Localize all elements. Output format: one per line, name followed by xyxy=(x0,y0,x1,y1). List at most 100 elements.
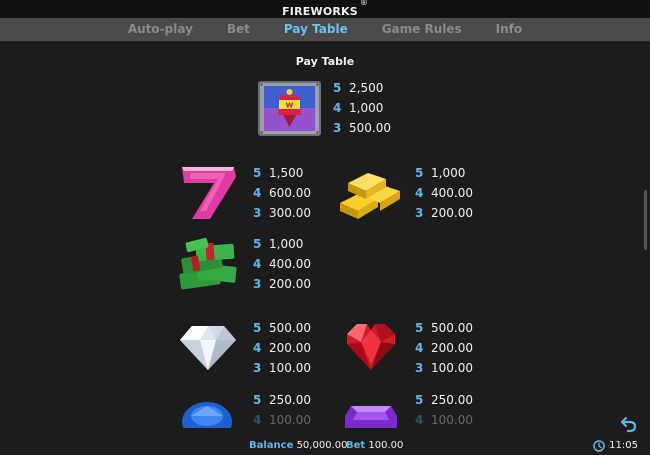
match-count: 4 xyxy=(415,413,424,427)
sapphire-icon xyxy=(180,398,234,428)
match-count: 4 xyxy=(253,341,262,355)
match-count: 5 xyxy=(253,166,262,180)
payout-amount: 1,500 xyxy=(269,166,304,180)
match-count: 3 xyxy=(253,277,262,291)
paytable-entry-diamond: 5 500.00 4 200.00 3 100.00 xyxy=(253,318,311,378)
svg-text:W: W xyxy=(286,102,294,110)
tab-auto-play[interactable]: Auto-play xyxy=(111,18,210,41)
match-count: 4 xyxy=(253,186,262,200)
payout-amount: 200.00 xyxy=(431,206,473,220)
payout-line: 5 250.00 xyxy=(415,390,473,410)
payout-line: 4 200.00 xyxy=(415,338,473,358)
match-count: 4 xyxy=(415,186,424,200)
gold-bars-icon xyxy=(336,165,404,221)
payout-amount: 250.00 xyxy=(269,393,311,407)
title-bar: FIREWORKS® xyxy=(0,0,650,18)
cash-stacks-icon xyxy=(176,235,240,293)
trademark-mark: ® xyxy=(359,0,368,7)
scrollbar-thumb[interactable] xyxy=(644,190,647,250)
payout-amount: 100.00 xyxy=(269,361,311,375)
payout-line: 5 500.00 xyxy=(415,318,473,338)
payout-amount: 2,500 xyxy=(349,81,384,95)
payout-line: 3 200.00 xyxy=(415,203,473,223)
footer-bar: Balance 50,000.00 Bet 100.00 11:05 xyxy=(0,436,650,455)
payout-amount: 1,000 xyxy=(269,237,304,251)
app-title: FIREWORKS xyxy=(282,5,358,18)
firework-rocket-wild-icon: W xyxy=(258,81,321,136)
balance-label: Balance xyxy=(249,440,294,451)
bet-value: 100.00 xyxy=(368,440,404,451)
payout-amount: 400.00 xyxy=(431,186,473,200)
tab-bar: Auto-play Bet Pay Table Game Rules Info xyxy=(0,18,650,41)
match-count: 3 xyxy=(333,121,342,135)
match-count: 4 xyxy=(333,101,342,115)
match-count: 5 xyxy=(333,81,342,95)
payout-amount: 200.00 xyxy=(269,341,311,355)
payout-amount: 300.00 xyxy=(269,206,311,220)
payout-line: 5 250.00 xyxy=(253,390,311,410)
payout-amount: 200.00 xyxy=(269,277,311,291)
payout-amount: 1,000 xyxy=(349,101,384,115)
payout-line: 5 2,500 xyxy=(333,78,391,98)
match-count: 4 xyxy=(253,257,262,271)
payout-amount: 1,000 xyxy=(431,166,466,180)
payout-line: 5 1,000 xyxy=(253,234,311,254)
payout-line: 3 300.00 xyxy=(253,203,311,223)
clock-icon xyxy=(593,439,605,452)
tab-info[interactable]: Info xyxy=(479,18,539,41)
back-button[interactable] xyxy=(620,415,638,433)
clock: 11:05 xyxy=(593,436,638,455)
paytable-entry-cash-stacks: 5 1,000 4 400.00 3 200.00 xyxy=(253,234,311,294)
match-count: 5 xyxy=(415,321,424,335)
paytable-entry-firework-wild: 5 2,500 4 1,000 3 500.00 xyxy=(333,78,391,138)
paytable-entry-sapphire: 5 250.00 4 100.00 xyxy=(253,390,311,430)
tab-bet[interactable]: Bet xyxy=(210,18,267,41)
match-count: 5 xyxy=(415,166,424,180)
match-count: 3 xyxy=(253,361,262,375)
payout-line: 3 100.00 xyxy=(415,358,473,378)
tab-pay-table[interactable]: Pay Table xyxy=(267,18,365,41)
amethyst-icon xyxy=(343,398,399,428)
payout-line: 5 1,000 xyxy=(415,163,473,183)
payout-line: 4 100.00 xyxy=(253,410,311,430)
match-count: 3 xyxy=(253,206,262,220)
match-count: 3 xyxy=(415,361,424,375)
balance-display: Balance 50,000.00 xyxy=(249,436,347,455)
payout-amount: 500.00 xyxy=(431,321,473,335)
match-count: 5 xyxy=(415,393,424,407)
payout-line: 5 1,500 xyxy=(253,163,311,183)
paytable-heading: Pay Table xyxy=(295,55,355,68)
payout-line: 3 100.00 xyxy=(253,358,311,378)
payout-line: 3 200.00 xyxy=(253,274,311,294)
paytable-entry-amethyst: 5 250.00 4 100.00 xyxy=(415,390,473,430)
payout-line: 4 400.00 xyxy=(253,254,311,274)
match-count: 3 xyxy=(415,206,424,220)
payout-amount: 200.00 xyxy=(431,341,473,355)
back-arrow-icon xyxy=(620,416,637,433)
paytable-entry-gold-bars: 5 1,000 4 400.00 3 200.00 xyxy=(415,163,473,223)
payout-amount: 100.00 xyxy=(431,361,473,375)
payout-line: 4 400.00 xyxy=(415,183,473,203)
match-count: 5 xyxy=(253,237,262,251)
balance-value: 50,000.00 xyxy=(296,440,348,451)
payout-amount: 100.00 xyxy=(269,413,311,427)
match-count: 4 xyxy=(253,413,262,427)
payout-amount: 500.00 xyxy=(269,321,311,335)
payout-amount: 100.00 xyxy=(431,413,473,427)
paytable-entry-ruby-heart: 5 500.00 4 200.00 3 100.00 xyxy=(415,318,473,378)
clock-time: 11:05 xyxy=(609,440,638,451)
bet-display: Bet 100.00 xyxy=(346,436,403,455)
payout-amount: 500.00 xyxy=(349,121,391,135)
ruby-heart-icon xyxy=(343,320,399,374)
payout-amount: 250.00 xyxy=(431,393,473,407)
payout-line: 5 500.00 xyxy=(253,318,311,338)
tab-game-rules[interactable]: Game Rules xyxy=(365,18,479,41)
payout-line: 4 1,000 xyxy=(333,98,391,118)
payout-line: 4 200.00 xyxy=(253,338,311,358)
lucky-seven-icon xyxy=(176,163,240,223)
match-count: 5 xyxy=(253,321,262,335)
diamond-icon xyxy=(178,320,238,374)
payout-amount: 600.00 xyxy=(269,186,311,200)
payout-line: 4 600.00 xyxy=(253,183,311,203)
match-count: 5 xyxy=(253,393,262,407)
